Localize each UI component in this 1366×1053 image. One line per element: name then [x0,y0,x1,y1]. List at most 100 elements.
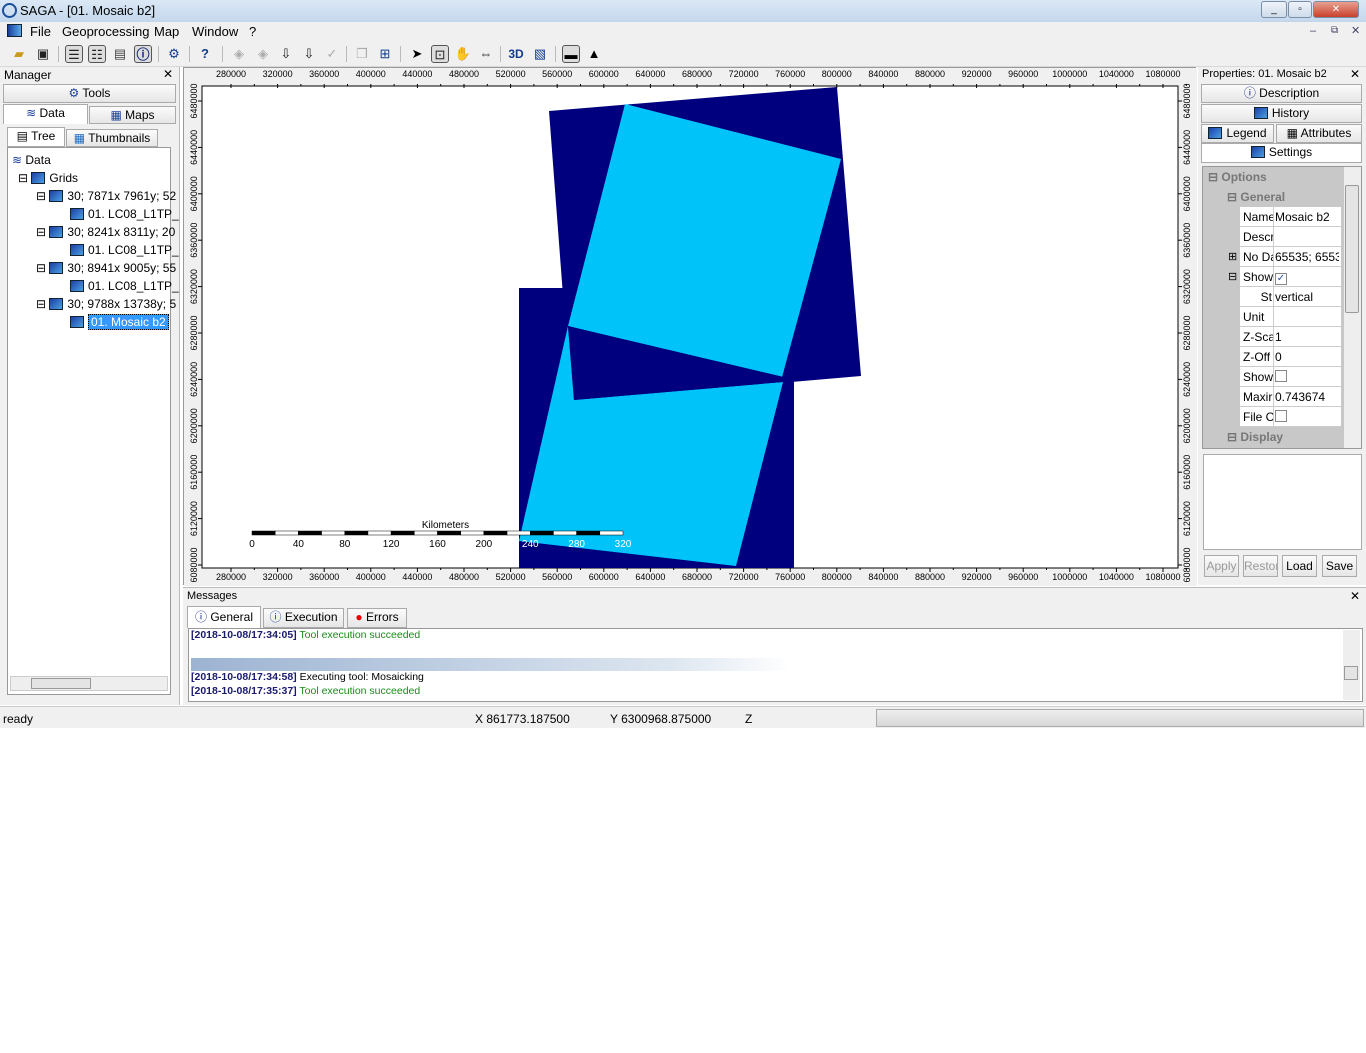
open-icon[interactable]: ▰ [10,45,28,63]
tab-tree[interactable]: ▤ Tree [7,127,65,147]
save-icon[interactable]: ▣ [34,45,52,63]
property-row[interactable]: No Da65535; 65535 [1240,247,1341,267]
tab-thumbnails[interactable]: ▦ Thumbnails [66,129,158,147]
messages-scrollbar[interactable] [1343,630,1360,700]
save-button[interactable]: Save [1322,555,1357,577]
category-general[interactable]: ⊟ General [1227,190,1285,204]
property-row[interactable]: Unit [1240,307,1341,327]
property-row[interactable]: Z-Sca 1 [1240,327,1341,347]
mdi-close-button[interactable]: ✕ [1351,24,1360,37]
messages-close-button[interactable]: ✕ [1350,589,1360,603]
property-value[interactable]: 0.743674 [1275,390,1339,404]
category-display[interactable]: ⊟ Display [1227,430,1283,444]
tree-node-system[interactable]: ⊟ 30; 8241x 8311y; 20 [36,225,175,239]
tab-settings[interactable]: Settings [1201,143,1362,163]
tab-data[interactable]: ≋ Data [3,104,88,124]
map-window[interactable]: 280000 320000 360000 400000 440000 480000 5200… [183,67,1197,586]
tree-node-system[interactable]: ⊟ 30; 7871x 7961y; 52 [36,189,176,203]
property-row[interactable]: Show ✓ [1240,267,1341,287]
tree-node-grid[interactable]: 01. LC08_L1TP_ [70,279,179,293]
checkbox[interactable] [1275,370,1287,382]
import-icon[interactable]: ⇩ [277,45,295,63]
synchronize-icon[interactable]: ✓ [323,45,341,63]
property-value[interactable]: Mosaic b2 [1275,210,1339,224]
mdi-minimize-button[interactable]: – [1310,25,1316,37]
property-row[interactable]: File C [1240,407,1341,427]
vertical-scrollbar[interactable] [1344,167,1361,448]
restore-button[interactable]: Restore [1243,555,1278,577]
property-row[interactable]: St vertical [1240,287,1341,307]
property-value[interactable]: 0 [1275,350,1339,364]
menu-file[interactable]: File [30,24,51,39]
layout-icon[interactable]: ▧ [531,45,549,63]
property-value[interactable] [1275,370,1339,385]
tab-history[interactable]: History [1201,104,1362,123]
pan-hand-icon[interactable]: ✋ [454,45,472,63]
tab-description[interactable]: ⓘ Description [1201,84,1362,103]
tab-legend[interactable]: Legend [1201,124,1274,143]
menu-window[interactable]: Window [192,24,238,39]
tree-node-grid[interactable]: 01. LC08_L1TP_ [70,243,179,257]
zoom-tool-icon[interactable]: ⊡ [431,45,449,63]
checkbox[interactable]: ✓ [1275,273,1287,285]
tools-icon[interactable]: ⚙ [165,45,183,63]
map-canvas[interactable]: 280000 320000 360000 400000 440000 480000 5200… [184,68,1197,586]
maximize-button[interactable]: ▫ [1288,1,1312,18]
tree-node-grids[interactable]: ⊟ Grids [18,171,78,185]
property-value[interactable]: ✓ [1275,270,1339,285]
add-layer-icon[interactable]: ⊞ [376,45,394,63]
tree-node-system[interactable]: ⊟ 30; 9788x 13738y; 5 [36,297,176,311]
properties-close-button[interactable]: ✕ [1350,67,1360,81]
property-value[interactable]: vertical [1275,290,1339,304]
menu-map[interactable]: Map [154,24,179,39]
x-tick-label: 840000 [868,69,898,79]
tab-maps[interactable]: ▦ Maps [89,106,176,124]
manager-toggle-icon[interactable]: ☰ [65,45,83,63]
horizontal-scrollbar[interactable] [10,676,168,691]
copy-icon[interactable]: ❐ [353,45,371,63]
property-row[interactable]: Z-Off 0 [1240,347,1341,367]
tab-attributes[interactable]: ▦ Attributes [1276,124,1362,143]
collapse-show-icon[interactable]: ⊟ [1228,270,1237,283]
data-sources-icon[interactable]: ▤ [111,45,129,63]
checkbox[interactable] [1275,410,1287,422]
tab-general[interactable]: ⓘ General [187,606,261,628]
tab-label: General [210,610,254,624]
zoom-back-icon[interactable]: ◈ [230,45,248,63]
expand-nodata-icon[interactable]: ⊞ [1228,250,1237,263]
tree-node-grid[interactable]: 01. LC08_L1TP_ [70,207,179,221]
property-value[interactable]: 65535; 65535 [1275,250,1339,264]
zoom-extent-icon[interactable]: ⇔ [477,45,495,63]
property-value[interactable]: 1 [1275,330,1339,344]
info-icon[interactable]: ⓘ [134,45,152,63]
tree-node-system[interactable]: ⊟ 30; 8941x 9005y; 55 [36,261,176,275]
north-arrow-icon[interactable]: ▲ [585,45,603,63]
property-row[interactable]: Maxir 0.743674 [1240,387,1341,407]
property-row[interactable]: Name Mosaic b2 [1240,207,1341,227]
help-icon[interactable]: ? [196,45,214,63]
tree-node-data[interactable]: ≋ Data [12,153,51,167]
export-icon[interactable]: ⇩ [300,45,318,63]
tab-errors[interactable]: ● Errors [347,608,407,628]
apply-button[interactable]: Apply [1204,555,1239,577]
property-row[interactable]: Descr [1240,227,1341,247]
category-options[interactable]: ⊟ Options [1208,170,1267,184]
x-tick-label: 400000 [356,69,386,79]
tab-tools[interactable]: ⚙ Tools [3,84,176,103]
load-button[interactable]: Load [1282,555,1317,577]
manager-close-button[interactable]: ✕ [163,67,173,81]
property-value[interactable] [1275,410,1339,425]
select-arrow-icon[interactable]: ➤ [408,45,426,63]
tab-execution[interactable]: ⓘ Execution [263,608,344,628]
menu-help[interactable]: ? [249,24,256,39]
close-window-button[interactable]: ✕ [1313,1,1359,18]
menu-geoprocessing[interactable]: Geoprocessing [62,24,149,39]
zoom-forward-icon[interactable]: ◈ [254,45,272,63]
properties-toggle-icon[interactable]: ☷ [88,45,106,63]
tree-node-grid-selected[interactable]: 01. Mosaic b2 [70,314,169,330]
property-row[interactable]: Show [1240,367,1341,387]
minimize-button[interactable]: _ [1261,1,1287,18]
mdi-restore-button[interactable]: ⧉ [1331,25,1338,36]
scale-bar-icon[interactable]: ▬ [562,45,580,63]
3d-view-icon[interactable]: 3D [507,45,525,63]
